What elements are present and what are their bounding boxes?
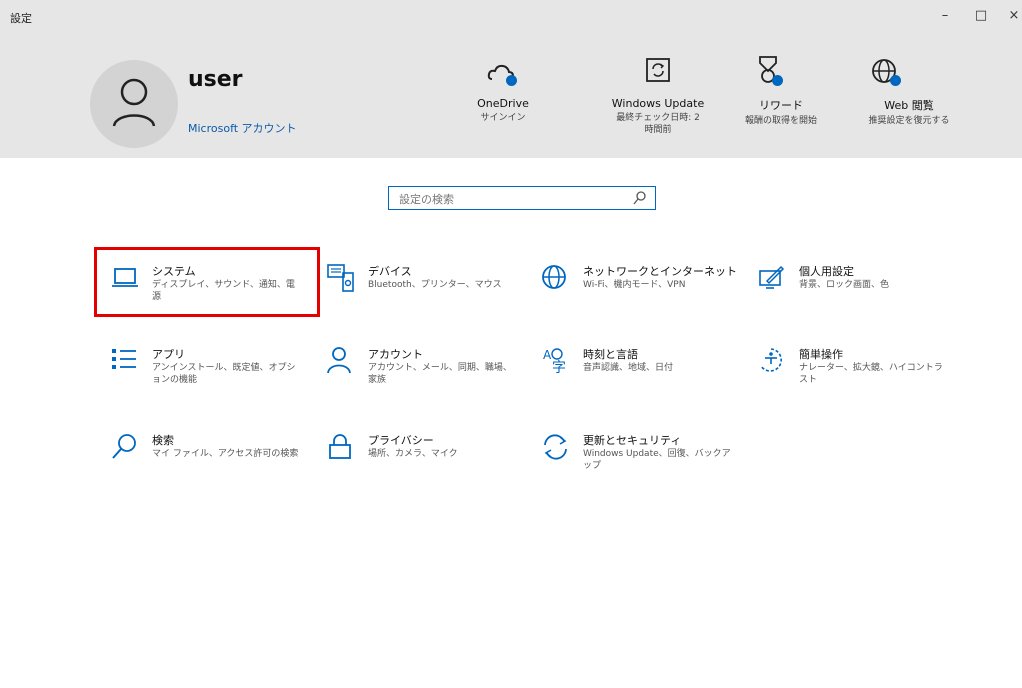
accessibility-icon (760, 348, 782, 372)
lock-icon (329, 434, 351, 459)
category-desc: Wi-Fi、機内モード、VPN (583, 280, 686, 290)
time-language-icon: A 字 (543, 348, 566, 376)
highlight-box (94, 247, 320, 317)
onedrive-item[interactable]: OneDrive サインイン (428, 55, 578, 124)
category-desc: 場所、カメラ、マイク (368, 449, 458, 459)
maximize-button[interactable]: □ (971, 8, 991, 23)
category-ease-of-access[interactable]: 簡単操作 ナレーター、拡大鏡、ハイコントラスト (757, 346, 967, 406)
category-network[interactable]: ネットワークとインターネット Wi-Fi、機内モード、VPN (541, 263, 751, 323)
username: user (188, 67, 243, 92)
web-browsing-item[interactable]: Web 閲覧 推奨設定を復元する (834, 55, 984, 127)
update-icon (646, 58, 670, 82)
onedrive-title: OneDrive (477, 97, 529, 110)
category-desc: Bluetooth、プリンター、マウス (368, 280, 502, 290)
search-icon (633, 191, 646, 205)
minimize-button[interactable]: – (935, 8, 955, 23)
category-search[interactable]: 検索 マイ ファイル、アクセス許可の検索 (110, 432, 320, 492)
status-dot (890, 75, 901, 86)
category-name: 簡単操作 (799, 348, 843, 361)
category-desc: Windows Update、回復、バックアップ (583, 449, 731, 471)
microsoft-account-link[interactable]: Microsoft アカウント (188, 120, 297, 136)
status-dot (772, 75, 783, 86)
category-desc: 音声認識、地域、日付 (583, 363, 674, 373)
onedrive-subtitle: サインイン (480, 113, 526, 123)
category-time-language[interactable]: A 字 時刻と言語 音声認識、地域、日付 (541, 346, 751, 406)
category-name: プライバシー (368, 434, 434, 447)
search-placeholder: 設定の検索 (399, 193, 454, 206)
category-desc: 背景、ロック画面、色 (799, 280, 890, 290)
svg-text:A: A (543, 348, 552, 362)
category-name: 更新とセキュリティ (583, 434, 682, 447)
personalization-icon (759, 265, 785, 289)
category-apps[interactable]: アプリ アンインストール、既定値、オプションの機能 (110, 346, 320, 406)
avatar[interactable] (90, 60, 178, 148)
category-name: 時刻と言語 (583, 348, 638, 361)
category-desc: マイ ファイル、アクセス許可の検索 (152, 449, 299, 459)
person-icon (112, 78, 156, 127)
category-name: ネットワークとインターネット (583, 265, 737, 278)
globe-icon (542, 265, 566, 289)
apps-list-icon (112, 349, 136, 369)
category-name: アカウント (368, 348, 423, 361)
category-privacy[interactable]: プライバシー 場所、カメラ、マイク (326, 432, 536, 492)
title-bar: 設定 – □ × (0, 0, 1022, 36)
devices-icon (327, 264, 354, 292)
person-icon (327, 347, 351, 374)
web-browsing-subtitle: 推奨設定を復元する (868, 116, 950, 126)
category-name: アプリ (152, 348, 185, 361)
category-update-security[interactable]: 更新とセキュリティ Windows Update、回復、バックアップ (541, 432, 751, 492)
category-name: デバイス (368, 265, 412, 278)
category-name: 個人用設定 (799, 265, 854, 278)
sync-icon (544, 434, 567, 460)
close-button[interactable]: × (1004, 8, 1022, 23)
category-devices[interactable]: デバイス Bluetooth、プリンター、マウス (326, 263, 536, 323)
windows-update-subtitle: 最終チェック日時: 2 時間前 (616, 113, 700, 135)
category-desc: アンインストール、既定値、オプションの機能 (152, 363, 296, 385)
web-browsing-title: Web 閲覧 (884, 99, 934, 112)
category-personalization[interactable]: 個人用設定 背景、ロック画面、色 (757, 263, 967, 323)
category-desc: ナレーター、拡大鏡、ハイコントラスト (799, 363, 943, 385)
search-icon (112, 434, 136, 459)
status-dot (506, 75, 517, 86)
category-name: 検索 (152, 434, 174, 447)
window-title: 設定 (10, 12, 32, 25)
settings-search-input[interactable]: 設定の検索 (388, 186, 656, 210)
svg-text:字: 字 (552, 360, 566, 376)
category-desc: アカウント、メール、同期、職場、家族 (368, 363, 512, 385)
category-accounts[interactable]: アカウント アカウント、メール、同期、職場、家族 (326, 346, 536, 406)
